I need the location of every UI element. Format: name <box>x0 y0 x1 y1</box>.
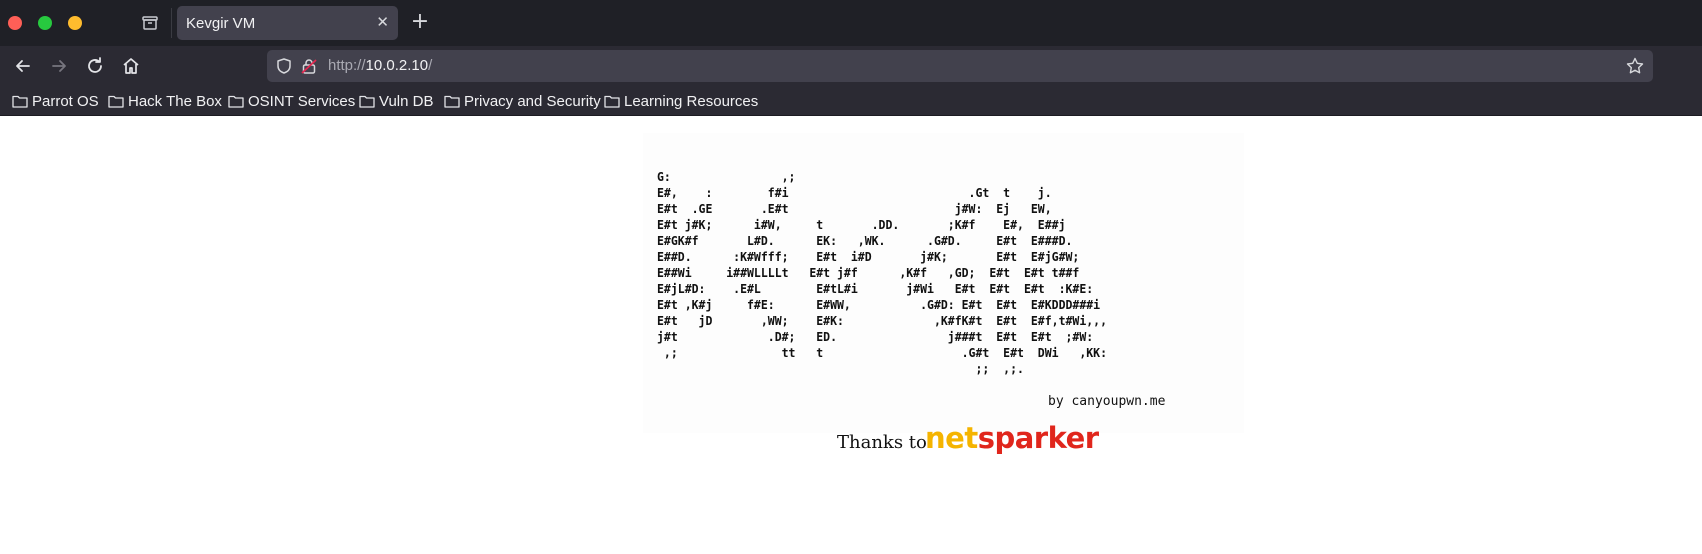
url-text[interactable]: http://10.0.2.10/ <box>328 57 432 74</box>
folder-icon <box>12 95 28 108</box>
window-minimize-button[interactable] <box>68 16 82 30</box>
window-close-button[interactable] <box>8 16 22 30</box>
url-path: / <box>428 57 433 74</box>
tab-close-icon[interactable]: ✕ <box>376 13 389 31</box>
ascii-art-kevgir: G: ,; E#, : f#i .Gt t j. E#t .GE .E#t j#… <box>657 169 1108 376</box>
bookmark-label: Parrot OS <box>32 92 99 110</box>
bookmark-folder-privacy-and-security[interactable]: Privacy and Security <box>444 92 601 110</box>
back-arrow-icon[interactable] <box>12 55 34 77</box>
byline: by canyoupwn.me <box>1048 394 1166 409</box>
window-maximize-button[interactable] <box>38 16 52 30</box>
bookmark-folder-osint-services[interactable]: OSINT Services <box>228 92 355 110</box>
tab-separator <box>171 8 172 38</box>
bookmark-label: OSINT Services <box>248 92 356 110</box>
forward-arrow-icon[interactable] <box>48 55 70 77</box>
reload-icon[interactable] <box>84 55 106 77</box>
bookmark-label: Vuln DB <box>379 92 434 110</box>
bookmark-folder-vuln-db[interactable]: Vuln DB <box>359 92 433 110</box>
new-tab-button[interactable]: + <box>409 11 431 33</box>
title-bar: Kevgir VM ✕ + <box>0 0 1702 46</box>
home-icon[interactable] <box>120 55 142 77</box>
bookmark-folder-learning-resources[interactable]: Learning Resources <box>604 92 758 110</box>
logo-net: net <box>925 421 978 455</box>
folder-icon <box>108 95 124 108</box>
page-content: G: ,; E#, : f#i .Gt t j. E#t .GE .E#t j#… <box>0 117 1702 554</box>
url-scheme: http:// <box>328 57 366 74</box>
tab-title: Kevgir VM <box>186 15 256 32</box>
thanks-text: Thanks to <box>837 432 927 453</box>
bookmarks-toolbar: Parrot OS Hack The Box OSINT Services Vu… <box>0 86 1702 116</box>
bookmark-folder-parrot-os[interactable]: Parrot OS <box>12 92 99 110</box>
bookmark-star-icon[interactable] <box>1625 56 1645 76</box>
bookmark-label: Hack The Box <box>128 92 222 110</box>
bookmark-folder-hack-the-box[interactable]: Hack The Box <box>108 92 222 110</box>
folder-icon <box>444 95 460 108</box>
folder-icon <box>359 95 375 108</box>
insecure-lock-icon[interactable] <box>300 57 318 75</box>
tab-active[interactable]: Kevgir VM ✕ <box>177 6 398 40</box>
bookmark-label: Learning Resources <box>624 92 759 110</box>
bookmark-label: Privacy and Security <box>464 92 601 110</box>
address-bar[interactable]: http://10.0.2.10/ <box>267 50 1653 82</box>
firefox-view-icon[interactable] <box>140 13 160 33</box>
url-host: 10.0.2.10 <box>365 57 429 74</box>
netsparker-logo: netsparker <box>925 421 1099 455</box>
navigation-toolbar: http://10.0.2.10/ <box>0 46 1702 86</box>
folder-icon <box>604 95 620 108</box>
logo-sparker: sparker <box>977 421 1099 455</box>
folder-icon <box>228 95 244 108</box>
tracking-protection-shield-icon[interactable] <box>275 57 293 75</box>
